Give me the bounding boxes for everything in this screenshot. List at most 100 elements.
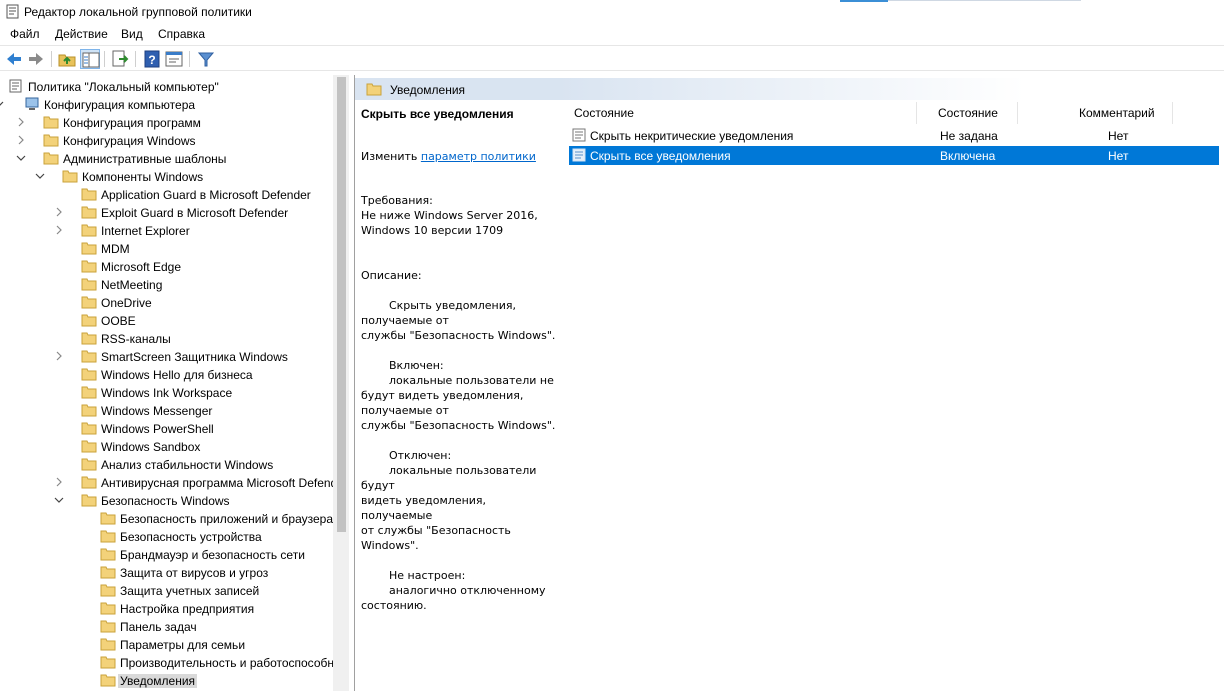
folder-icon	[81, 349, 97, 363]
tree-item[interactable]: Антивирусная программа Microsoft Defende…	[0, 474, 348, 492]
tree-item-label: Безопасность приложений и браузера	[120, 512, 334, 526]
chevron-right-icon[interactable]	[15, 133, 27, 147]
folder-icon	[100, 655, 116, 669]
chevron-right-icon[interactable]	[53, 205, 65, 219]
tree-item[interactable]: Exploit Guard в Microsoft Defender	[0, 204, 333, 222]
column-separator[interactable]	[916, 102, 917, 124]
tree-item[interactable]: Административные шаблоны	[0, 150, 333, 168]
tree-item[interactable]: Параметры для семьи	[0, 636, 333, 654]
policy-state: Включена	[940, 149, 996, 163]
column-header-state[interactable]: Состояние	[938, 106, 998, 120]
tree-item[interactable]: Windows Messenger	[0, 402, 333, 420]
tree-scrollbar-thumb[interactable]	[337, 77, 346, 532]
tree-item[interactable]: Конфигурация Windows	[0, 132, 333, 150]
tree-item[interactable]: Безопасность Windows	[0, 492, 333, 510]
tree-item[interactable]: Защита учетных записей	[0, 582, 333, 600]
tree-item-label: Компоненты Windows	[82, 170, 204, 184]
tree-item-label: OOBE	[101, 314, 136, 328]
tree-item-label: OneDrive	[101, 296, 152, 310]
column-header-comment[interactable]: Комментарий	[1079, 106, 1155, 120]
toolbar-separator	[104, 51, 105, 67]
tree-item[interactable]: NetMeeting	[0, 276, 333, 294]
tree-item[interactable]: Компоненты Windows	[0, 168, 333, 186]
folder-icon	[81, 475, 97, 489]
show-hide-tree-icon[interactable]	[80, 49, 100, 69]
tree-item[interactable]: Настройка предприятия	[0, 600, 333, 618]
chevron-down-icon[interactable]	[15, 151, 27, 165]
menu-view[interactable]: Вид	[119, 27, 145, 41]
tree-item[interactable]: Internet Explorer	[0, 222, 333, 240]
chevron-right-icon[interactable]	[53, 349, 65, 363]
menu-help[interactable]: Справка	[156, 27, 207, 41]
folder-icon	[366, 82, 382, 96]
edit-policy-link[interactable]: параметр политики	[421, 150, 536, 163]
properties-icon[interactable]	[164, 49, 184, 69]
chevron-right-icon[interactable]	[15, 115, 27, 129]
tree-item[interactable]: Брандмауэр и безопасность сети	[0, 546, 333, 564]
column-separator[interactable]	[1172, 102, 1173, 124]
chevron-down-icon[interactable]	[53, 493, 65, 507]
tree-item[interactable]: Microsoft Edge	[0, 258, 333, 276]
help-icon[interactable]: ?	[142, 49, 162, 69]
tree-item[interactable]: Windows Ink Workspace	[0, 384, 333, 402]
menu-action[interactable]: Действие	[53, 27, 110, 41]
tree-item[interactable]: Windows Sandbox	[0, 438, 333, 456]
tree-item[interactable]: Конфигурация компьютера	[0, 96, 333, 114]
menu-file[interactable]: Файл	[8, 27, 42, 41]
computer-policy-icon	[8, 79, 24, 93]
folder-icon	[100, 547, 116, 561]
tree-item[interactable]: Уведомления	[0, 672, 333, 690]
tree-item-label: Windows Messenger	[101, 404, 213, 418]
column-header-setting[interactable]: Состояние	[574, 106, 634, 120]
folder-icon	[81, 205, 97, 219]
tree-item-label: Windows Sandbox	[101, 440, 201, 454]
tree-item[interactable]: Панель задач	[0, 618, 333, 636]
folder-icon	[81, 331, 97, 345]
tree-item[interactable]: Анализ стабильности Windows	[0, 456, 333, 474]
folder-icon	[81, 241, 97, 255]
tree-item[interactable]: OOBE	[0, 312, 333, 330]
back-icon[interactable]	[4, 49, 24, 69]
titlebar-accent	[840, 0, 888, 2]
folder-icon	[81, 457, 97, 471]
console-tree[interactable]: Политика "Локальный компьютер" Конфигурац…	[0, 75, 349, 691]
tree-scrollbar[interactable]	[333, 75, 349, 691]
policy-list[interactable]: Состояние Состояние Комментарий Скрыть н…	[569, 100, 1221, 165]
tree-item[interactable]: Windows Hello для бизнеса	[0, 366, 333, 384]
policy-title: Скрыть все уведомления	[361, 107, 514, 121]
tree-item[interactable]: Политика "Локальный компьютер"	[0, 78, 333, 96]
tree-item[interactable]: Безопасность приложений и браузера	[0, 510, 333, 528]
chevron-right-icon[interactable]	[53, 223, 65, 237]
edit-prefix: Изменить	[361, 150, 421, 163]
chevron-down-icon[interactable]	[0, 97, 5, 111]
tree-item[interactable]: OneDrive	[0, 294, 333, 312]
policy-row[interactable]: Скрыть все уведомления Включена Нет	[569, 146, 1219, 165]
tree-item[interactable]: Конфигурация программ	[0, 114, 333, 132]
tree-item-label: Windows PowerShell	[101, 422, 214, 436]
tree-item[interactable]: Application Guard в Microsoft Defender	[0, 186, 333, 204]
gpedit-app-icon	[6, 4, 20, 19]
up-folder-icon[interactable]	[57, 49, 77, 69]
chevron-down-icon[interactable]	[34, 169, 46, 183]
tree-item-label: NetMeeting	[101, 278, 163, 292]
tree-item-label: Административные шаблоны	[63, 152, 227, 166]
tree-item[interactable]: MDM	[0, 240, 333, 258]
column-separator[interactable]	[1017, 102, 1018, 124]
folder-icon	[100, 583, 116, 597]
tree-item[interactable]: SmartScreen Защитника Windows	[0, 348, 333, 366]
tree-item[interactable]: Производительность и работоспособность у…	[0, 654, 348, 672]
tree-item[interactable]: Защита от вирусов и угроз	[0, 564, 333, 582]
tree-item-label: Уведомления	[118, 674, 198, 688]
description-text: Описание: Скрыть уведомления, получаемые…	[361, 269, 556, 612]
toolbar-separator	[135, 51, 136, 67]
policy-row[interactable]: Скрыть некритические уведомления Не задан…	[569, 126, 1219, 145]
export-list-icon[interactable]	[110, 49, 130, 69]
forward-icon[interactable]	[26, 49, 46, 69]
content-header-title: Уведомления	[390, 83, 466, 97]
chevron-right-icon[interactable]	[53, 475, 65, 489]
tree-item[interactable]: Безопасность устройства	[0, 528, 333, 546]
tree-item[interactable]: Windows PowerShell	[0, 420, 333, 438]
tree-item[interactable]: RSS-каналы	[0, 330, 333, 348]
header-band-fade	[559, 78, 1224, 100]
filter-icon[interactable]	[196, 49, 216, 69]
